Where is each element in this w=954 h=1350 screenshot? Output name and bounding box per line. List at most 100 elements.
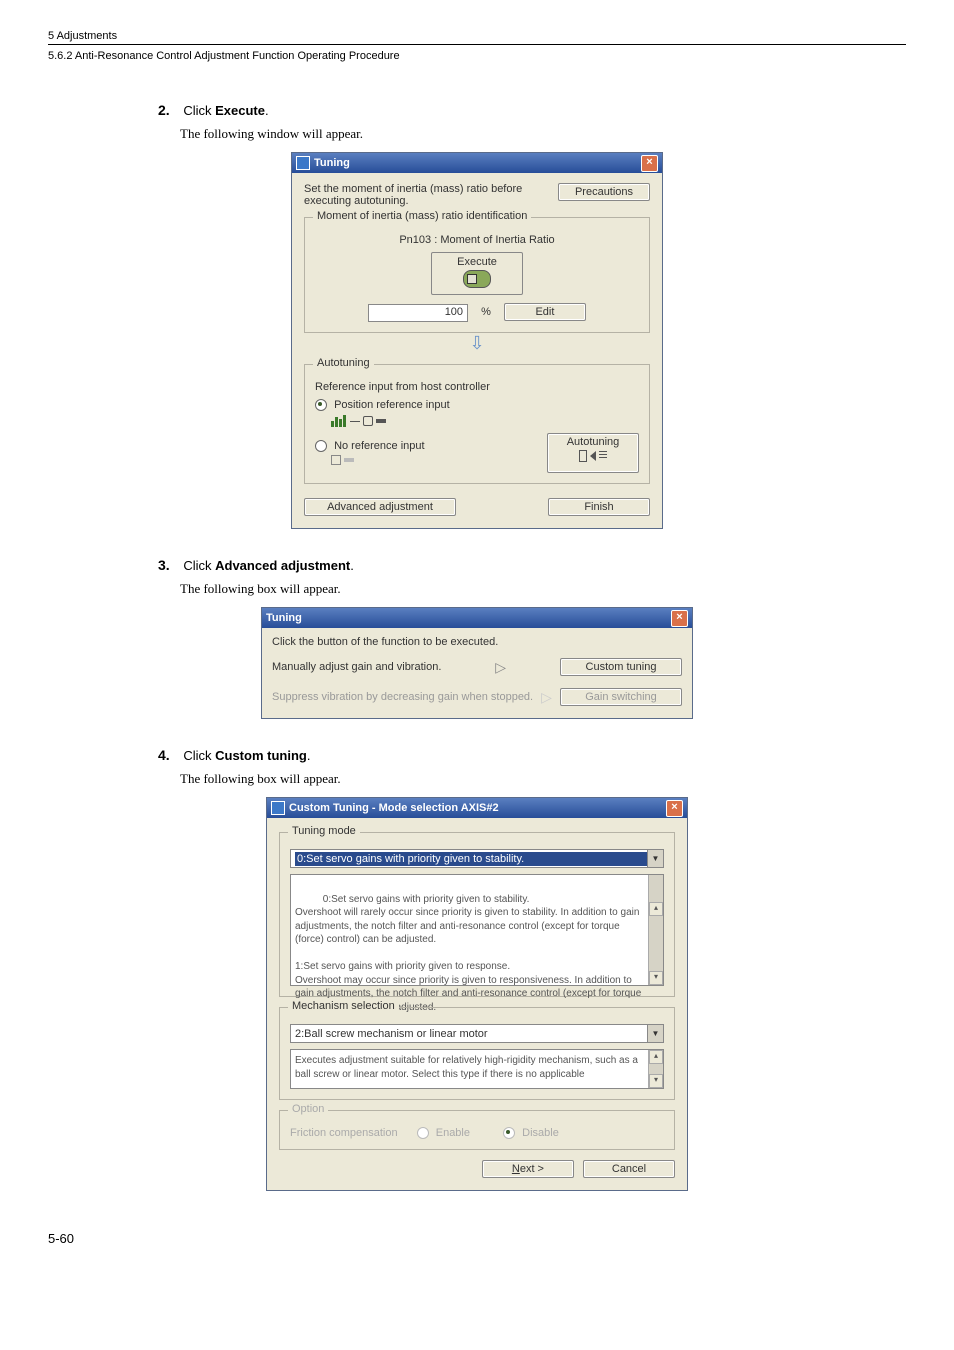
scroll-up-icon-2[interactable]: ▴ [649,1050,663,1064]
step-2-bold: Execute [215,103,265,118]
chevron-down-icon-2[interactable]: ▼ [647,1025,663,1042]
step-4-sub: The following box will appear. [180,771,906,787]
option-group: Option Friction compensation Enable Disa… [279,1110,675,1150]
custom-tuning-dialog: Custom Tuning - Mode selection AXIS#2 × … [266,797,688,1191]
custom-tuning-button[interactable]: Custom tuning [560,658,682,676]
manual-adjust-label: Manually adjust gain and vibration. [272,661,441,673]
moment-group: Moment of inertia (mass) ratio identific… [304,217,650,333]
step-2-sub: The following window will appear. [180,126,906,142]
dialog-title: Tuning [314,153,350,173]
tuning-dialog: Tuning × Set the moment of inertia (mass… [291,152,663,529]
position-ref-icon [331,415,639,427]
header-rule [48,44,906,46]
precautions-button[interactable]: Precautions [558,183,650,201]
step-3-num: 3. [158,557,180,573]
step-3: 3. Click Advanced adjustment. [158,557,906,573]
close-icon-b[interactable]: × [671,610,688,627]
step-4-bold: Custom tuning [215,748,307,763]
page-number: 5-60 [48,1231,906,1246]
radio-disable [503,1127,515,1139]
radio-position-ref-label: Position reference input [334,399,450,411]
mechanism-group: Mechanism selection 2:Ball screw mechani… [279,1007,675,1100]
mechanism-description-text: Executes adjustment suitable for relativ… [295,1055,638,1080]
radio-no-ref-label: No reference input [334,440,425,452]
autotuning-icon [558,450,628,462]
gain-switching-button: Gain switching [560,688,682,706]
radio-no-ref[interactable] [315,440,327,452]
scroll-down-icon-2[interactable]: ▾ [649,1074,663,1088]
execute-button[interactable]: Execute [432,256,522,268]
radio-enable-label: Enable [436,1127,470,1139]
step-4-post: . [307,748,311,763]
execute-icon [432,270,522,291]
mechanism-title: Mechanism selection [288,1000,399,1012]
pn103-label: Pn103 : Moment of Inertia Ratio [315,234,639,246]
step-2: 2. Click Execute. [158,102,906,118]
step-3-pre: Click [183,558,215,573]
step-3-text: Click Advanced adjustment. [183,558,354,573]
chevron-down-icon[interactable]: ▼ [647,850,663,867]
step-4-text: Click Custom tuning. [183,748,310,763]
titlebar-c: Custom Tuning - Mode selection AXIS#2 × [267,798,687,818]
tuning-mode-value: 0:Set servo gains with priority given to… [295,852,647,866]
mechanism-value: 2:Ball screw mechanism or linear motor [295,1028,647,1040]
step-4-num: 4. [158,747,180,763]
autotuning-group: Autotuning Reference input from host con… [304,364,650,484]
ratio-value-input[interactable]: 100 [368,304,468,322]
close-icon-c[interactable]: × [666,800,683,817]
no-ref-icon [331,454,547,466]
radio-disable-label: Disable [522,1127,559,1139]
tuning-mode-dropdown[interactable]: 0:Set servo gains with priority given to… [290,849,664,868]
tuning-mode-group: Tuning mode 0:Set servo gains with prior… [279,832,675,997]
step-3-post: . [350,558,354,573]
reference-label: Reference input from host controller [315,381,639,393]
step-3-bold: Advanced adjustment [215,558,350,573]
moment-group-title: Moment of inertia (mass) ratio identific… [313,210,531,222]
arrow-right-icon: ▷ [495,659,506,676]
titlebar: Tuning × [292,153,662,173]
tuning-mode-title: Tuning mode [288,825,360,837]
suppress-vibration-label: Suppress vibration by decreasing gain wh… [272,691,533,703]
intro-text: Set the moment of inertia (mass) ratio b… [304,183,534,207]
scrollbar[interactable]: ▴ ▾ [648,875,663,985]
mechanism-description: Executes adjustment suitable for relativ… [290,1049,664,1089]
app-icon [296,156,310,170]
step-3-sub: The following box will appear. [180,581,906,597]
edit-button[interactable]: Edit [504,303,586,321]
arrow-down-icon: ⇩ [304,333,650,354]
cancel-button[interactable]: Cancel [583,1160,675,1178]
advanced-adjustment-button[interactable]: Advanced adjustment [304,498,456,516]
autotuning-button[interactable]: Autotuning [547,433,639,473]
autotuning-button-label: Autotuning [558,436,628,448]
step-2-pre: Click [183,103,215,118]
dialog-b-title: Tuning [266,608,302,628]
app-icon-c [271,801,285,815]
header-section: 5.6.2 Anti-Resonance Control Adjustment … [48,50,906,62]
ratio-unit: % [481,306,491,318]
step-2-num: 2. [158,102,180,118]
step-2-text: Click Execute. [183,103,268,118]
dialog-c-title: Custom Tuning - Mode selection AXIS#2 [289,798,499,818]
mechanism-dropdown[interactable]: 2:Ball screw mechanism or linear motor ▼ [290,1024,664,1043]
dialog-b-instruction: Click the button of the function to be e… [272,636,682,648]
scroll-down-icon[interactable]: ▾ [649,971,663,985]
arrow-right-icon-2: ▷ [541,689,552,706]
tuning-subdialog: Tuning × Click the button of the functio… [261,607,693,719]
radio-enable [417,1127,429,1139]
tuning-mode-description-text: 0:Set servo gains with priority given to… [295,894,644,1013]
scroll-up-icon[interactable]: ▴ [649,902,663,916]
finish-button[interactable]: Finish [548,498,650,516]
radio-position-ref[interactable] [315,399,327,411]
option-title: Option [288,1103,328,1115]
next-button[interactable]: NNext >ext > [482,1160,574,1178]
close-icon[interactable]: × [641,155,658,172]
titlebar-b: Tuning × [262,608,692,628]
autotuning-group-title: Autotuning [313,357,374,369]
step-2-post: . [265,103,269,118]
tuning-mode-description: 0:Set servo gains with priority given to… [290,874,664,986]
friction-label: Friction compensation [290,1127,398,1139]
step-4-pre: Click [183,748,215,763]
step-4: 4. Click Custom tuning. [158,747,906,763]
scrollbar-2[interactable]: ▴ ▾ [648,1050,663,1088]
header-chapter: 5 Adjustments [48,30,906,42]
